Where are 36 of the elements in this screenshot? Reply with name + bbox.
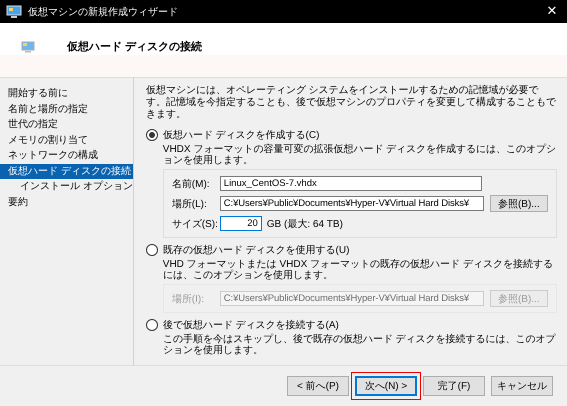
- option-description: この手順を今はスキップし、後で既存の仮想ハード ディスクを接続するには、このオプションを使用します。: [162, 334, 557, 356]
- radio-label[interactable]: 後で仮想ハード ディスクを接続する(A): [162, 318, 339, 332]
- page-title: 仮想ハード ディスクの接続: [67, 40, 202, 54]
- field-label: 場所(I):: [172, 292, 205, 306]
- intro-text: 仮想マシンには、オペレーティング システムをインストールするための記憶域が必要です。記憶域を今指定することも、後で仮想マシンのプロパティを変更して構成することもできます。: [146, 85, 557, 121]
- sidebar-item[interactable]: 名前と場所の指定: [0, 102, 133, 117]
- sidebar-item[interactable]: インストール オプション: [0, 179, 133, 194]
- sidebar-item[interactable]: 要約: [0, 194, 133, 210]
- size-limit-text: GB (最大: 64 TB): [266, 218, 343, 230]
- sidebar-item[interactable]: ネットワークの構成: [0, 148, 133, 164]
- sidebar-item[interactable]: 開始する前に: [0, 86, 133, 102]
- field-label: サイズ(S):: [172, 218, 219, 230]
- monitor-icon: [21, 41, 35, 53]
- wizard-button[interactable]: 次へ(N) >: [355, 376, 417, 396]
- sidebar-item[interactable]: 世代の指定: [0, 117, 133, 132]
- option-description: VHD フォーマットまたは VHDX フォーマットの既存の仮想ハード ディスクを接続するには、このオプションを使用します。: [162, 259, 554, 281]
- radio-button[interactable]: [146, 319, 158, 331]
- radio-label[interactable]: 既存の仮想ハード ディスクを使用する(U): [162, 243, 350, 257]
- wizard-button[interactable]: < 前へ(P): [287, 376, 349, 396]
- close-button[interactable]: ✕: [537, 0, 567, 23]
- radio-button[interactable]: [146, 244, 158, 256]
- input-field[interactable]: Linux_CentOS-7.vhdx: [220, 176, 482, 191]
- field-label: 名前(M):: [172, 178, 211, 190]
- radio-button[interactable]: [146, 129, 158, 141]
- browse-button[interactable]: 参照(B)...: [490, 195, 548, 212]
- field-label: 場所(L):: [172, 198, 208, 210]
- wizard-button[interactable]: キャンセル: [491, 376, 553, 396]
- radio-label[interactable]: 仮想ハード ディスクを作成する(C): [162, 128, 320, 142]
- wizard-button[interactable]: 完了(F): [423, 376, 485, 396]
- sidebar-item[interactable]: メモリの割り当て: [0, 132, 133, 148]
- input-field[interactable]: C:¥Users¥Public¥Documents¥Hyper-V¥Virtual Hard Disks¥: [220, 196, 484, 211]
- monitor-icon: [6, 4, 22, 18]
- size-field[interactable]: 20: [220, 216, 262, 231]
- sidebar-item[interactable]: 仮想ハード ディスクの接続: [0, 164, 133, 179]
- window-title: 仮想マシンの新規作成ウィザード: [28, 6, 179, 18]
- option-description: VHDX フォーマットの容量可変の拡張仮想ハード ディスクを作成するには、このオプションを使用します。: [162, 144, 557, 166]
